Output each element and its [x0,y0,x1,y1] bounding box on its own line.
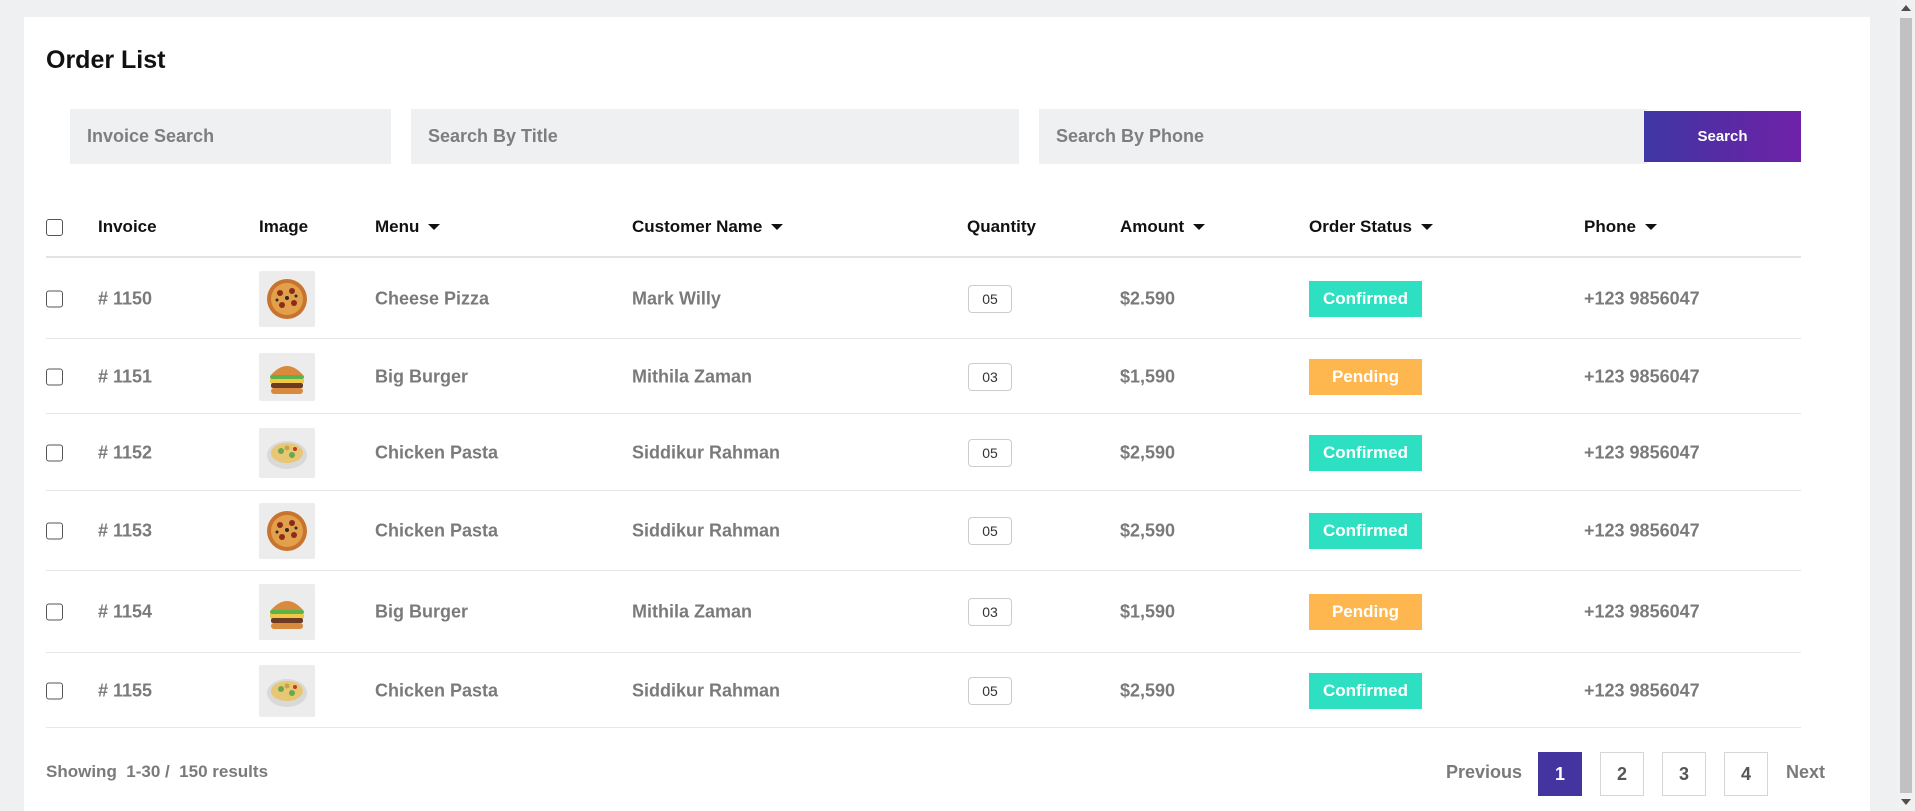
invoice-number: # 1153 [98,520,153,541]
table-header: Invoice Image Menu Customer Name Quantit… [46,196,1801,258]
row-checkbox[interactable] [46,444,63,461]
status-badge: Confirmed [1309,280,1422,317]
table-row: # 1155 Chicken Pasta Siddikur Rahman $2,590… [46,653,1801,728]
amount: $1,590 [1120,601,1176,622]
menu-name: Chicken Pasta [375,442,499,462]
sort-caret-icon[interactable] [1420,223,1433,230]
scroll-down-arrow-icon[interactable] [1901,799,1911,805]
column-invoice: Invoice [98,217,157,236]
burger-icon [259,584,315,640]
pizza-icon [259,270,315,327]
sort-caret-icon[interactable] [428,223,441,230]
amount: $2,590 [1120,680,1176,700]
pizza-icon [259,503,315,559]
row-checkbox[interactable] [46,682,63,699]
phone-number: +123 9856047 [1584,442,1700,462]
phone-number: +123 9856047 [1584,601,1700,622]
customer-name: Siddikur Rahman [632,680,781,700]
next-page-link[interactable]: Next [1786,762,1825,783]
table-row: # 1150 Cheese Pizza Mark Willy $2.590 Confir… [46,258,1801,339]
select-all-checkbox[interactable] [46,219,63,236]
page-button-4[interactable]: 4 [1724,752,1768,796]
customer-name: Siddikur Rahman [632,442,781,462]
status-badge: Confirmed [1309,513,1422,549]
column-quantity: Quantity [967,217,1036,236]
table-row: # 1152 Chicken Pasta Siddikur Rahman $2,590… [46,414,1801,491]
column-status-label: Order Status [1309,217,1412,236]
amount: $2,590 [1120,442,1176,462]
row-checkbox[interactable] [46,522,63,540]
search-button[interactable]: Search [1644,111,1801,162]
phone-number: +123 9856047 [1584,366,1700,386]
burger-icon [259,352,315,401]
column-customer[interactable]: Customer Name [632,217,784,237]
table-row: # 1151 Big Burger Mithila Zaman $1,590 Pendi… [46,339,1801,414]
menu-name: Big Burger [375,366,469,386]
status-badge: Pending [1309,594,1422,630]
results-summary: Showing 1-30 / 150 results [46,762,269,781]
invoice-number: # 1154 [98,601,153,622]
amount: $2.590 [1120,288,1176,308]
phone-number: +123 9856047 [1584,288,1700,308]
quantity-input[interactable] [968,517,1012,545]
title-search-input[interactable] [411,109,1019,164]
pasta-icon [259,427,315,478]
status-badge: Confirmed [1309,672,1422,709]
quantity-input[interactable] [968,284,1012,313]
quantity-input[interactable] [968,676,1012,705]
customer-name: Mithila Zaman [632,601,753,622]
quantity-input[interactable] [968,362,1012,391]
quantity-input[interactable] [968,598,1012,626]
previous-page-link[interactable]: Previous [1446,762,1522,783]
sort-caret-icon[interactable] [1193,223,1206,230]
row-checkbox[interactable] [46,603,63,621]
invoice-search-input[interactable] [70,109,391,164]
quantity-input[interactable] [968,438,1012,467]
column-menu-label: Menu [375,217,420,236]
amount: $2,590 [1120,520,1176,541]
scrollbar-thumb[interactable] [1900,18,1912,793]
sort-caret-icon[interactable] [1644,223,1657,230]
pasta-icon [259,664,315,717]
page-title: Order List [46,46,166,74]
row-checkbox[interactable] [46,290,63,307]
table-row: # 1153 Chicken Pasta Siddikur Rahman $2,590… [46,491,1801,571]
table-row: # 1154 Big Burger Mithila Zaman $1,590 Pendi… [46,571,1801,653]
invoice-number: # 1155 [98,680,153,700]
column-amount[interactable]: Amount [1120,217,1206,237]
amount: $1,590 [1120,366,1176,386]
invoice-number: # 1150 [98,288,153,308]
menu-name: Chicken Pasta [375,680,499,700]
customer-name: Mithila Zaman [632,366,753,386]
customer-name: Siddikur Rahman [632,520,781,541]
page-button-2[interactable]: 2 [1600,752,1644,796]
customer-name: Mark Willy [632,288,721,308]
column-status[interactable]: Order Status [1309,217,1433,237]
column-amount-label: Amount [1120,217,1185,236]
column-image: Image [259,217,309,236]
column-menu[interactable]: Menu [375,217,441,237]
column-customer-label: Customer Name [632,217,763,236]
status-badge: Pending [1309,358,1422,395]
page-button-3[interactable]: 3 [1662,752,1706,796]
sort-caret-icon[interactable] [771,223,784,230]
invoice-number: # 1152 [98,442,153,462]
column-phone-label: Phone [1584,217,1636,236]
page-button-1[interactable]: 1 [1538,752,1582,796]
menu-name: Big Burger [375,601,469,622]
invoice-number: # 1151 [98,366,153,386]
status-badge: Confirmed [1309,434,1422,471]
scroll-up-arrow-icon[interactable] [1901,5,1911,11]
phone-number: +123 9856047 [1584,680,1700,700]
menu-name: Chicken Pasta [375,520,499,541]
phone-search-input[interactable] [1039,109,1647,164]
column-phone[interactable]: Phone [1584,217,1657,237]
row-checkbox[interactable] [46,368,63,385]
menu-name: Cheese Pizza [375,288,490,308]
phone-number: +123 9856047 [1584,520,1700,541]
